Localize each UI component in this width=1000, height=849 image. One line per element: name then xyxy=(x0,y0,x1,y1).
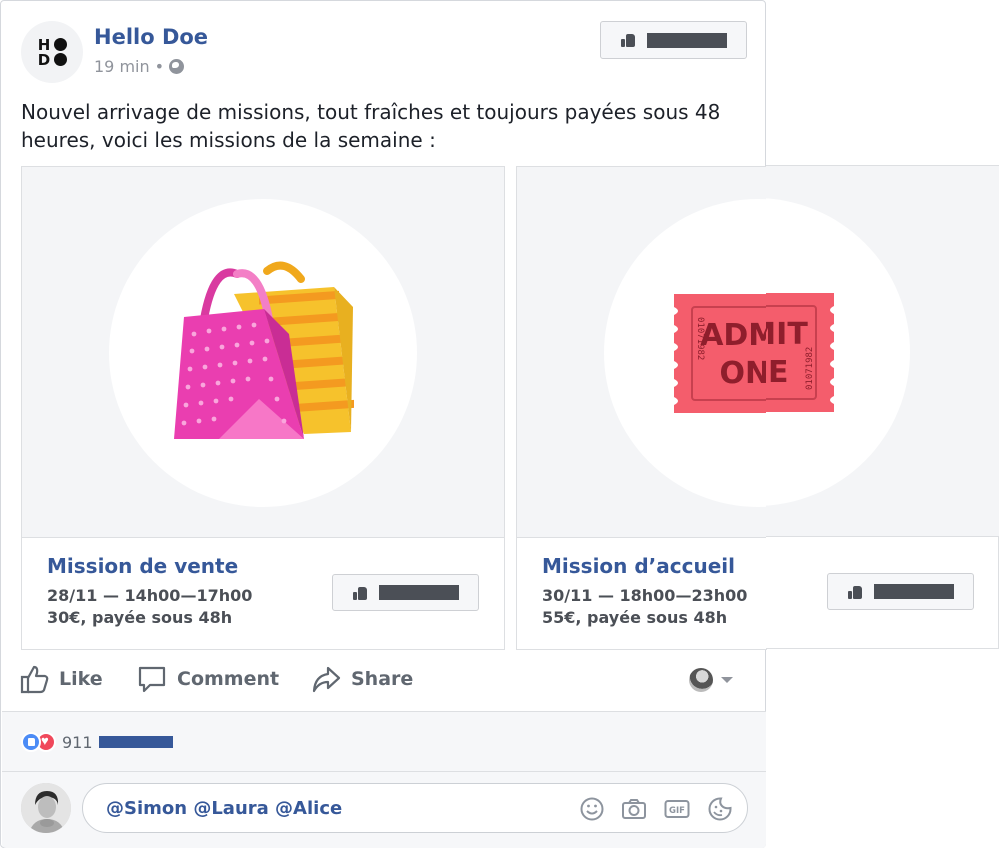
card-pay: 55€, payée sous 48h xyxy=(542,608,728,627)
card-date: 30/11 — 18h00—23h00 xyxy=(542,586,748,605)
card-image: ADMIT ONE 01071982 01071982 xyxy=(517,167,767,538)
redacted-label xyxy=(379,585,459,600)
reactions-summary[interactable]: 911 xyxy=(21,732,173,752)
comment-input[interactable]: @Simon @Laura @Alice GIF xyxy=(82,783,748,833)
svg-text:GIF: GIF xyxy=(669,806,685,816)
comment-button[interactable]: Comment xyxy=(137,664,279,694)
reaction-count: 911 xyxy=(62,732,93,752)
divider xyxy=(2,771,766,772)
post-text: Nouvel arrivage de missions, tout fraîch… xyxy=(21,100,721,152)
ticket-text-top: ADMIT xyxy=(700,318,767,353)
comment-label: Comment xyxy=(177,668,280,690)
sticker-icon[interactable] xyxy=(707,796,733,822)
ticket-text-top: ADMIT xyxy=(766,317,808,352)
thumbs-up-icon xyxy=(848,585,862,599)
comment-icon xyxy=(138,666,166,693)
chevron-down-icon[interactable] xyxy=(721,677,733,683)
post-meta: 19 min • xyxy=(94,57,185,76)
emoji-icon[interactable] xyxy=(579,796,605,822)
share-button[interactable]: Share xyxy=(311,664,413,694)
share-icon xyxy=(312,666,341,693)
post-actions: Like Comment Share xyxy=(19,661,749,701)
card-title[interactable]: Mission de vente xyxy=(47,554,238,578)
like-label: Like xyxy=(59,668,103,690)
redacted-label xyxy=(874,584,954,599)
card-image-circle xyxy=(109,199,417,507)
like-page-button[interactable] xyxy=(600,21,747,59)
redacted-names xyxy=(98,736,173,748)
comment-text: @Simon @Laura @Alice xyxy=(106,798,343,819)
ticket-text-bottom: ONE xyxy=(766,355,789,390)
share-label: Share xyxy=(351,668,414,690)
audience-avatar[interactable] xyxy=(689,668,713,692)
card-pay: 30€, payée sous 48h xyxy=(47,608,233,627)
post-header: H D Hello Doe 19 min • xyxy=(21,21,747,83)
camera-icon[interactable] xyxy=(621,796,647,822)
thumbs-up-icon xyxy=(353,586,367,600)
post-time[interactable]: 19 min xyxy=(94,57,150,76)
ticket-text-bottom: ONE xyxy=(719,356,767,391)
card-image-circle: ADMIT ONE 01071982 01071982 xyxy=(604,199,767,507)
logo-letter-d: D xyxy=(37,50,51,69)
globe-icon[interactable] xyxy=(169,59,185,74)
page-logo-avatar[interactable]: H D xyxy=(21,21,83,83)
user-avatar xyxy=(21,783,71,833)
like-reaction-icon xyxy=(21,732,41,752)
admit-one-ticket-icon: ADMIT ONE 01071982 01071982 xyxy=(674,294,767,413)
post-footer: 911 @Simon @Laura @Alice xyxy=(2,711,766,848)
logo-dot xyxy=(53,52,67,66)
card-like-button[interactable] xyxy=(332,574,479,611)
mission-card-accueil-overflow[interactable]: ADMIT ONE 01071982 xyxy=(766,165,1000,649)
ticket-serial-right: 01071982 xyxy=(805,347,815,390)
redacted-label xyxy=(647,32,727,48)
meta-separator: • xyxy=(154,57,165,76)
logo-letter-h: H xyxy=(37,35,51,54)
card-image: ADMIT ONE 01071982 xyxy=(766,166,999,537)
admit-one-ticket-icon: ADMIT ONE 01071982 xyxy=(766,293,834,412)
logo-dot xyxy=(53,37,67,51)
mission-card-vente[interactable]: Mission de vente 28/11 — 14h00—17h00 30€… xyxy=(21,166,505,650)
like-button[interactable]: Like xyxy=(19,664,103,694)
gif-icon[interactable]: GIF xyxy=(664,796,690,822)
shopping-bags-icon xyxy=(174,261,354,439)
user-photo xyxy=(21,783,71,833)
post-card: H D Hello Doe 19 min • Nouvel arrivage d… xyxy=(0,0,767,848)
ticket-serial-left: 01071982 xyxy=(695,317,705,360)
author-name[interactable]: Hello Doe xyxy=(94,25,208,49)
card-date: 28/11 — 14h00—17h00 xyxy=(47,586,253,605)
card-like-button[interactable] xyxy=(827,573,974,610)
card-title[interactable]: Mission d’accueil xyxy=(542,554,735,578)
mission-card-accueil[interactable]: ADMIT ONE 01071982 01071982 Mission d’ac… xyxy=(516,166,767,650)
card-overflow-panel: ADMIT ONE 01071982 xyxy=(766,165,999,649)
card-image xyxy=(22,167,504,538)
thumbs-up-icon xyxy=(20,665,49,694)
thumbs-up-icon xyxy=(621,33,635,47)
